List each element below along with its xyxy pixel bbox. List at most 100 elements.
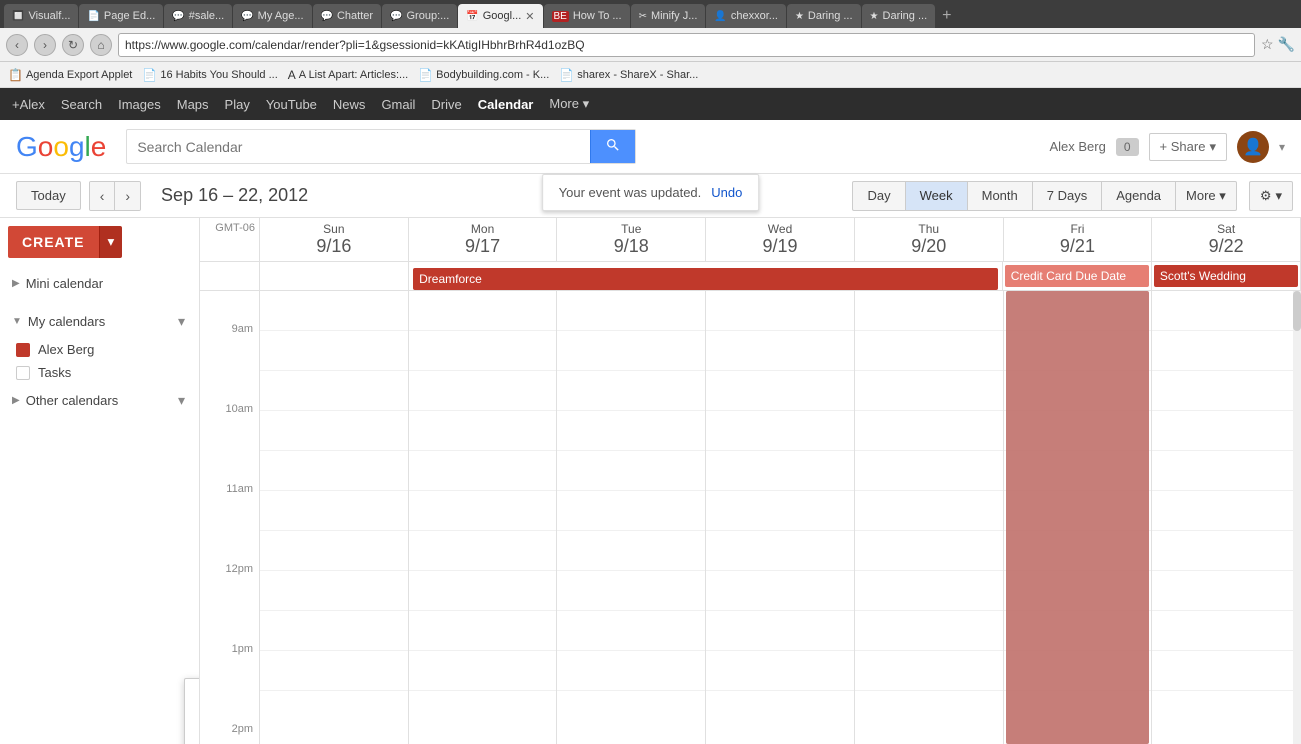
tab-chexxor[interactable]: 👤 chexxor...	[706, 4, 786, 28]
other-cal-settings-icon[interactable]: ▾	[176, 390, 187, 411]
google-bar-item-search[interactable]: Search	[61, 97, 102, 112]
sun-hour-10	[260, 651, 408, 691]
view-agenda-button[interactable]: Agenda	[1102, 181, 1176, 211]
next-button[interactable]: ›	[114, 182, 140, 210]
bookmark-bodybuilding[interactable]: 📄 Bodybuilding.com - K...	[418, 68, 549, 82]
scrollbar-thumb[interactable]	[1293, 291, 1301, 331]
dropdown-browse-interesting[interactable]: Browse Interesting Calendars	[185, 712, 200, 744]
tab-daring1[interactable]: ★ Daring ...	[787, 4, 861, 28]
prev-button[interactable]: ‹	[90, 182, 115, 210]
tab-label-chexxor: chexxor...	[731, 10, 778, 22]
settings-button[interactable]: ⚙ ▾	[1249, 181, 1293, 211]
search-button[interactable]	[590, 130, 635, 163]
tab-myage[interactable]: 💬 My Age...	[233, 4, 311, 28]
view-day-button[interactable]: Day	[852, 181, 905, 211]
time-label-2pm: 2pm	[200, 723, 259, 744]
tab-label-myage: My Age...	[258, 10, 304, 22]
account-chevron-icon[interactable]: ▾	[1279, 140, 1285, 154]
tab-group[interactable]: 💬 Group:...	[382, 4, 457, 28]
my-calendars-header[interactable]: ▼ My calendars ▾	[8, 305, 191, 338]
tab-label-visualf: Visualf...	[28, 10, 70, 22]
google-bar-item-play[interactable]: Play	[225, 97, 250, 112]
today-button[interactable]: Today	[16, 181, 81, 210]
google-bar-item-maps[interactable]: Maps	[177, 97, 209, 112]
gear-icon: ⚙	[1260, 188, 1272, 204]
user-avatar[interactable]: 👤	[1237, 131, 1269, 163]
mini-calendar-toggle[interactable]: ▶ Mini calendar	[8, 270, 191, 297]
other-calendars-header[interactable]: ▶ Other calendars ▾	[8, 384, 191, 417]
bookmark-agenda-export[interactable]: 📋 Agenda Export Applet	[8, 68, 132, 82]
bookmark-alistapart[interactable]: A A List Apart: Articles:...	[288, 68, 408, 82]
bookmark-sharex[interactable]: 📄 sharex - ShareX - Shar...	[559, 68, 698, 82]
sun-hour-4	[260, 411, 408, 451]
time-label-12pm: 12pm	[200, 563, 259, 603]
wrench-icon[interactable]: 🔧	[1278, 36, 1295, 53]
tab-icon-visualf: 🔲	[12, 11, 24, 22]
thu-hour-2	[855, 331, 1003, 371]
back-button[interactable]: ‹	[6, 34, 28, 56]
toast-undo-button[interactable]: Undo	[711, 185, 742, 200]
tab-label-group: Group:...	[407, 10, 450, 22]
dropdown-add-friend[interactable]: Add a friend's calendar	[185, 679, 200, 712]
tab-minify[interactable]: ✂ Minify J...	[631, 4, 706, 28]
sun-hour-7	[260, 531, 408, 571]
allday-cell-fri: Credit Card Due Date	[1003, 262, 1152, 290]
calendar-item-alex-berg[interactable]: Alex Berg	[8, 338, 191, 361]
google-bar-item-youtube[interactable]: YouTube	[266, 97, 317, 112]
my-cal-collapse-icon: ▼	[12, 316, 22, 327]
thu-hour-1	[855, 291, 1003, 331]
allday-event-dreamforce[interactable]: Dreamforce	[413, 268, 998, 290]
bookmark-16habits[interactable]: 📄 16 Habits You Should ...	[142, 68, 277, 82]
search-input[interactable]	[127, 133, 590, 161]
bookmark-label-alistapart: A List Apart: Articles:...	[299, 69, 408, 81]
allday-cell-sun	[260, 262, 409, 290]
google-bar-item-calendar[interactable]: Calendar	[478, 97, 534, 112]
tab-chatter[interactable]: 💬 Chatter	[313, 4, 382, 28]
tab-google-calendar[interactable]: 📅 Googl... ✕	[458, 4, 542, 28]
day-num-thu: 9/20	[859, 236, 999, 257]
mon-hour-2	[409, 331, 557, 371]
home-button[interactable]: ⌂	[90, 34, 112, 56]
tab-howto[interactable]: BE How To ...	[544, 4, 630, 28]
google-bar-item-gmail[interactable]: Gmail	[381, 97, 415, 112]
reload-button[interactable]: ↻	[62, 34, 84, 56]
my-cal-settings-icon[interactable]: ▾	[176, 311, 187, 332]
notification-badge[interactable]: 0	[1116, 138, 1139, 156]
google-logo[interactable]: Google	[16, 131, 106, 163]
view-week-button[interactable]: Week	[906, 181, 968, 211]
day-header-tue: Tue 9/18	[557, 218, 706, 261]
tue-hour-3	[557, 371, 705, 411]
logo-o1: o	[38, 131, 54, 162]
google-bar-item-drive[interactable]: Drive	[431, 97, 461, 112]
address-box[interactable]: https://www.google.com/calendar/render?p…	[118, 33, 1255, 57]
google-bar-item-images[interactable]: Images	[118, 97, 161, 112]
google-bar-item-news[interactable]: News	[333, 97, 366, 112]
tab-add-button[interactable]: +	[936, 4, 957, 28]
tue-hour-1	[557, 291, 705, 331]
sat-hour-1	[1152, 291, 1300, 331]
sun-hour-8	[260, 571, 408, 611]
tab-sale[interactable]: 💬 #sale...	[164, 4, 232, 28]
tab-daring2[interactable]: ★ Daring ...	[862, 4, 936, 28]
view-7days-button[interactable]: 7 Days	[1033, 181, 1102, 211]
google-bar-item-alex[interactable]: +Alex	[12, 97, 45, 112]
forward-button[interactable]: ›	[34, 34, 56, 56]
allday-event-scotts-wedding[interactable]: Scott's Wedding	[1154, 265, 1298, 287]
view-more-button[interactable]: More ▾	[1176, 181, 1237, 211]
day-col-wed	[706, 291, 855, 744]
bookmark-star-icon[interactable]: ☆	[1261, 36, 1274, 53]
view-month-button[interactable]: Month	[968, 181, 1033, 211]
calendar-item-tasks[interactable]: Tasks	[8, 361, 191, 384]
allday-event-credit-card[interactable]: Credit Card Due Date	[1005, 265, 1149, 287]
scrollbar-track[interactable]	[1293, 291, 1301, 744]
google-bar-item-more[interactable]: More ▾	[549, 96, 589, 112]
create-dropdown-button[interactable]: ▾	[99, 226, 123, 258]
tab-pageed[interactable]: 📄 Page Ed...	[79, 4, 163, 28]
bookmark-icon-alistapart: A	[288, 68, 296, 82]
tab-visualf[interactable]: 🔲 Visualf...	[4, 4, 78, 28]
tab-close-google-calendar[interactable]: ✕	[525, 10, 534, 23]
share-button[interactable]: + Share ▾	[1149, 133, 1227, 161]
create-button[interactable]: CREATE	[8, 226, 99, 258]
tue-hour-2	[557, 331, 705, 371]
fri-block-event[interactable]	[1006, 291, 1150, 744]
